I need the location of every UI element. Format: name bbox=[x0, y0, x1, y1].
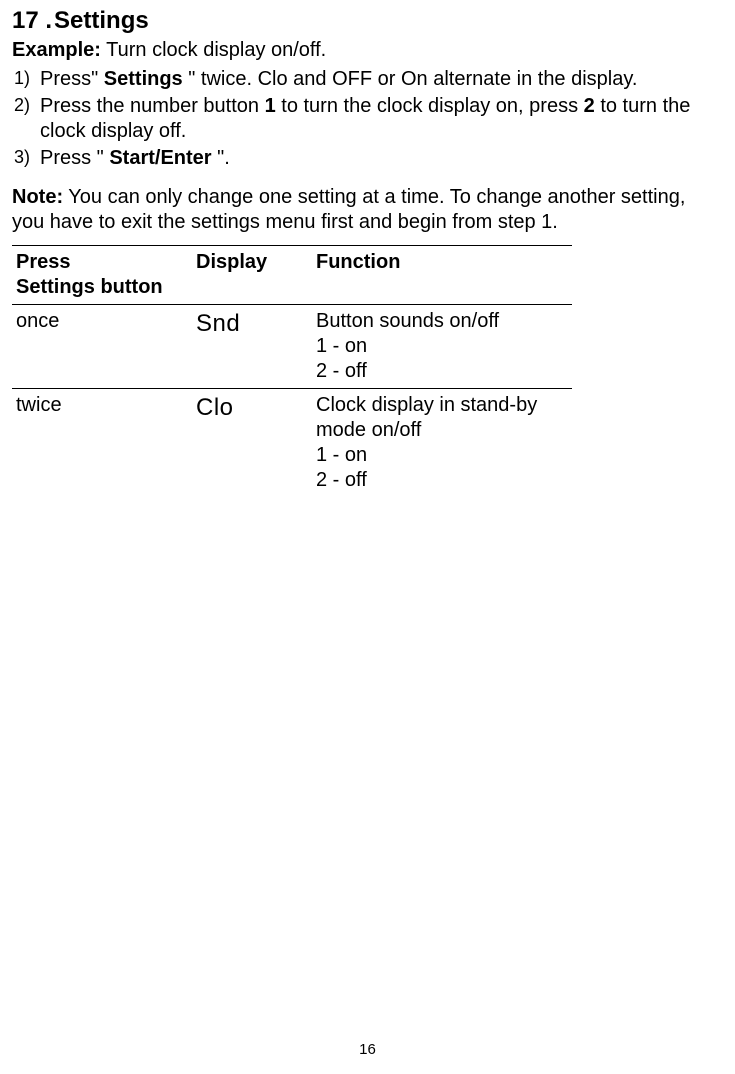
step-marker: 3) bbox=[14, 146, 40, 169]
text: Press " bbox=[40, 147, 109, 169]
section-heading: 17 .Settings bbox=[12, 6, 723, 36]
text: " twice. bbox=[183, 68, 258, 90]
section-title: Settings bbox=[54, 7, 149, 34]
example-label: Example: bbox=[12, 39, 101, 61]
col-function-header: Function bbox=[312, 246, 572, 305]
step-marker: 1) bbox=[14, 67, 40, 90]
text: ". bbox=[212, 147, 230, 169]
step-body: Press the number button 1 to turn the cl… bbox=[40, 94, 723, 144]
display-code: OFF bbox=[332, 68, 372, 90]
text: 1 - on bbox=[316, 444, 367, 466]
step-body: Press" Settings " twice. Clo and OFF or … bbox=[40, 67, 723, 92]
text: Clock display in stand-by mode on/off bbox=[316, 394, 537, 441]
text: Settings button bbox=[16, 276, 163, 298]
settings-table: Press Settings button Display Function o… bbox=[12, 245, 572, 497]
note-label: Note: bbox=[12, 186, 63, 208]
step-body: Press " Start/Enter ". bbox=[40, 146, 723, 171]
text: or bbox=[372, 68, 401, 90]
section-number: 17 . bbox=[12, 7, 52, 34]
table-row: twice Clo Clock display in stand-by mode… bbox=[12, 389, 572, 498]
table-row: once Snd Button sounds on/off 1 - on 2 -… bbox=[12, 305, 572, 389]
example-text: Turn clock display on/off. bbox=[101, 39, 326, 61]
text: Press the number button bbox=[40, 95, 265, 117]
manual-page: 17 .Settings Example: Turn clock display… bbox=[0, 0, 735, 1074]
display-cell: Clo bbox=[192, 389, 312, 498]
display-code: Clo bbox=[258, 68, 288, 90]
example-line: Example: Turn clock display on/off. bbox=[12, 38, 723, 63]
text: Press bbox=[16, 251, 71, 273]
text: to turn the clock display on, press bbox=[276, 95, 584, 117]
note-block: Note: You can only change one setting at… bbox=[12, 185, 723, 235]
step-marker: 2) bbox=[14, 94, 40, 117]
display-cell: Snd bbox=[192, 305, 312, 389]
text: 1 - on bbox=[316, 335, 367, 357]
press-cell: once bbox=[12, 305, 192, 389]
step-1: 1) Press" Settings " twice. Clo and OFF … bbox=[14, 67, 723, 92]
text: 2 - off bbox=[316, 469, 367, 491]
step-2: 2) Press the number button 1 to turn the… bbox=[14, 94, 723, 144]
text: alternate in the display. bbox=[428, 68, 638, 90]
display-code: On bbox=[401, 68, 428, 90]
text: Press" bbox=[40, 68, 104, 90]
text: 2 - off bbox=[316, 360, 367, 382]
start-enter-button-name: Start/Enter bbox=[109, 147, 211, 169]
table-header-row: Press Settings button Display Function bbox=[12, 246, 572, 305]
number-button: 2 bbox=[584, 95, 595, 117]
note-text: You can only change one setting at a tim… bbox=[12, 186, 685, 233]
settings-button-name: Settings bbox=[104, 68, 183, 90]
steps-list: 1) Press" Settings " twice. Clo and OFF … bbox=[12, 67, 723, 171]
text: Button sounds on/off bbox=[316, 310, 499, 332]
page-number: 16 bbox=[0, 1041, 735, 1060]
function-cell: Clock display in stand-by mode on/off 1 … bbox=[312, 389, 572, 498]
press-cell: twice bbox=[12, 389, 192, 498]
step-3: 3) Press " Start/Enter ". bbox=[14, 146, 723, 171]
number-button: 1 bbox=[265, 95, 276, 117]
col-press-header: Press Settings button bbox=[12, 246, 192, 305]
function-cell: Button sounds on/off 1 - on 2 - off bbox=[312, 305, 572, 389]
text: and bbox=[288, 68, 332, 90]
col-display-header: Display bbox=[192, 246, 312, 305]
